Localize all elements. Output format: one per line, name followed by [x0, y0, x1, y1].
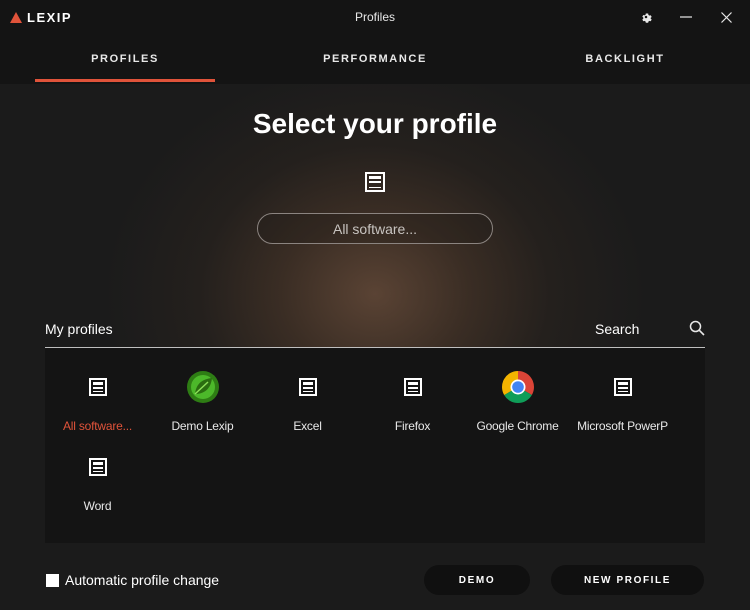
gear-icon [642, 13, 652, 23]
document-icon [88, 458, 107, 476]
document-icon [403, 378, 422, 396]
automatic-profile-change-label: Automatic profile change [65, 572, 220, 588]
tab-backlight[interactable]: BACKLIGHT [535, 34, 715, 84]
my-profiles-title: My profiles [45, 321, 113, 337]
profile-label: Firefox [394, 419, 431, 433]
profile-label: Demo Lexip [171, 419, 234, 433]
automatic-profile-change-checkbox[interactable] [46, 573, 59, 587]
document-icon [613, 378, 632, 396]
close-button[interactable] [715, 6, 737, 28]
profile-microsoft-powerpoint[interactable]: Microsoft PowerP [570, 370, 675, 433]
active-tab-indicator [35, 79, 215, 82]
selected-profile-field[interactable]: All software... [257, 213, 493, 244]
profile-label: All software... [62, 419, 133, 433]
tab-performance[interactable]: PERFORMANCE [285, 34, 465, 84]
tab-profiles[interactable]: PROFILES [35, 34, 215, 84]
search-label[interactable]: Search [595, 321, 639, 337]
profile-label: Google Chrome [476, 419, 559, 433]
leaf-icon [186, 371, 219, 403]
document-icon [88, 378, 107, 396]
profile-label: Excel [293, 419, 322, 433]
title-bar: LEXIP Profiles [0, 0, 750, 34]
document-icon [298, 378, 317, 396]
search-icon [689, 320, 705, 336]
demo-button[interactable]: DEMO [424, 565, 530, 595]
profile-label: Word [83, 499, 112, 513]
profile-demo-lexip[interactable]: Demo Lexip [150, 370, 255, 433]
settings-button[interactable] [635, 6, 657, 28]
new-profile-button[interactable]: NEW PROFILE [551, 565, 704, 595]
document-icon [365, 172, 385, 192]
profile-excel[interactable]: Excel [255, 370, 360, 433]
profile-firefox[interactable]: Firefox [360, 370, 465, 433]
minimize-button[interactable] [675, 6, 697, 28]
profile-google-chrome[interactable]: Google Chrome [465, 370, 570, 433]
chrome-icon [501, 371, 534, 404]
profile-label: Microsoft PowerP [577, 419, 668, 433]
profile-all-software[interactable]: All software... [45, 370, 150, 433]
automatic-profile-change[interactable]: Automatic profile change [46, 572, 219, 588]
search-button[interactable] [689, 320, 705, 341]
profiles-grid: All software... Demo Lexip Excel Firefox [45, 348, 705, 543]
selected-profile-icon [365, 172, 385, 192]
profile-word[interactable]: Word [45, 450, 150, 513]
page-title: Select your profile [252, 108, 498, 139]
minimize-icon [680, 16, 692, 18]
tab-bar: PROFILES PERFORMANCE BACKLIGHT [0, 34, 750, 85]
close-icon [720, 11, 732, 23]
